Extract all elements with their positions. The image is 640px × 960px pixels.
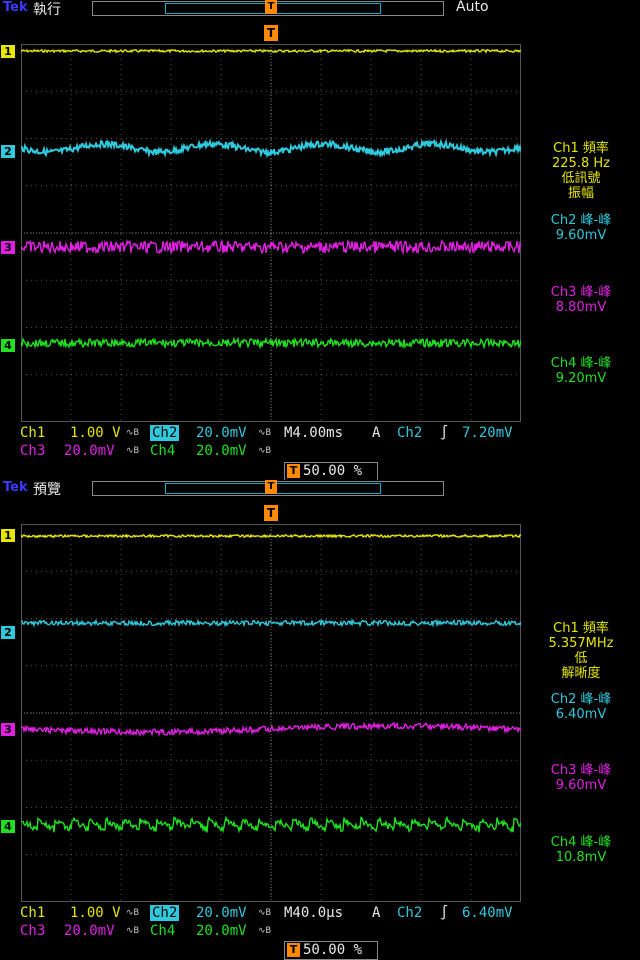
bandwidth-icon: ∿B [126, 908, 139, 918]
bandwidth-icon: ∿B [126, 428, 139, 438]
measurement-label: Ch3 峰-峰 [550, 285, 612, 300]
channel-4-marker: 4 [1, 339, 15, 352]
timebase: M40.0µs [284, 905, 344, 921]
trigger-icon: T [287, 943, 300, 957]
bandwidth-icon: ∿B [258, 446, 271, 456]
ch4-label[interactable]: Ch4 [150, 443, 175, 459]
ch4-label[interactable]: Ch4 [150, 923, 175, 939]
scope-panel-bottom: Tek 預覽 T T 1 2 3 4 Ch1 頻率 5.357MHz 低 解晰度… [0, 480, 640, 960]
trigger-coupling: A [372, 905, 381, 921]
ch2-label[interactable]: Ch2 [150, 425, 180, 441]
trigger-level: 7.20mV [462, 425, 513, 441]
channel-4-marker: 4 [1, 820, 15, 833]
ch2-scale: 20.0mV [196, 425, 247, 441]
status-row-2: Ch3 20.0mV ∿B Ch4 20.0mV ∿B [0, 443, 640, 461]
trigger-source: Ch2 [397, 425, 423, 441]
status-row-2: Ch3 20.0mV ∿B Ch4 20.0mV ∿B [0, 923, 640, 941]
graticule [21, 524, 521, 902]
measurement-ch2: Ch2 峰-峰 6.40mV [522, 692, 640, 722]
trigger-position-readout: T 50.00 % [284, 941, 378, 960]
trigger-mode: Auto [456, 0, 489, 15]
trigger-icon: T [287, 464, 300, 478]
bandwidth-icon: ∿B [258, 926, 271, 936]
graticule [21, 44, 521, 422]
timebase: M4.00ms [284, 425, 344, 441]
measurement-ch1: Ch1 頻率 5.357MHz 低 解晰度 [522, 621, 640, 681]
measurement-value: 9.60mV [555, 228, 607, 243]
channel-3-marker: 3 [1, 723, 15, 736]
measurement-value: 9.20mV [555, 371, 607, 386]
measurement-label: Ch4 峰-峰 [550, 356, 612, 371]
measurement-label: Ch4 峰-峰 [550, 835, 612, 850]
ch4-trace [21, 336, 521, 350]
ch4-scale: 20.0mV [196, 443, 247, 459]
measurement-label: Ch2 峰-峰 [550, 213, 612, 228]
acquisition-mode: 預覽 [33, 482, 61, 498]
trigger-position-value: 50.00 % [303, 942, 363, 958]
measurement-note: 解晰度 [561, 666, 601, 681]
measurement-note: 低 [574, 651, 588, 666]
measurement-label: Ch3 峰-峰 [550, 763, 612, 778]
scope-panel-top: Tek 執行 T Auto T 1 2 3 4 Ch1 頻率 225.8 Hz … [0, 0, 640, 481]
measurement-value: 10.8mV [555, 850, 607, 865]
channel-1-marker: 1 [1, 45, 15, 58]
trigger-level: 6.40mV [462, 905, 513, 921]
channel-2-marker: 2 [1, 145, 15, 158]
measurement-label: Ch2 峰-峰 [550, 692, 612, 707]
top-bar: Tek 預覽 T [0, 480, 640, 498]
measurement-ch4: Ch4 峰-峰 10.8mV [522, 835, 640, 865]
trigger-source: Ch2 [397, 905, 423, 921]
trigger-marker-icon: T [264, 25, 278, 41]
ch3-label[interactable]: Ch3 [20, 923, 45, 939]
top-bar: Tek 執行 T Auto [0, 0, 640, 18]
ch1-label[interactable]: Ch1 [20, 905, 45, 921]
status-row-1: Ch1 1.00 V ∿B Ch2 20.0mV ∿B M40.0µs A Ch… [0, 905, 640, 923]
measurement-ch1: Ch1 頻率 225.8 Hz 低訊號 振幅 [522, 141, 640, 201]
measurement-note: 振幅 [567, 186, 594, 201]
bandwidth-icon: ∿B [126, 446, 139, 456]
bandwidth-icon: ∿B [258, 908, 271, 918]
trigger-slope-icon: ∫ [440, 425, 449, 441]
ch1-label[interactable]: Ch1 [20, 425, 45, 441]
measurement-label: Ch1 頻率 [553, 621, 609, 636]
trigger-coupling: A [372, 425, 381, 441]
measurement-value: 5.357MHz [548, 636, 614, 651]
ch1-scale: 1.00 V [70, 425, 121, 441]
brand-logo: Tek [3, 480, 28, 495]
measurement-label: Ch1 頻率 [553, 141, 609, 156]
bandwidth-icon: ∿B [258, 428, 271, 438]
measurement-value: 9.60mV [555, 778, 607, 793]
measurement-ch3: Ch3 峰-峰 8.80mV [522, 285, 640, 315]
brand-logo: Tek [3, 0, 28, 15]
ch3-label[interactable]: Ch3 [20, 443, 45, 459]
ch1-scale: 1.00 V [70, 905, 121, 921]
channel-3-marker: 3 [1, 241, 15, 254]
measurement-ch2: Ch2 峰-峰 9.60mV [522, 213, 640, 243]
measurement-value: 8.80mV [555, 300, 607, 315]
trigger-position-value: 50.00 % [303, 463, 363, 479]
trigger-position-icon: T [265, 0, 277, 14]
measurement-ch3: Ch3 峰-峰 9.60mV [522, 763, 640, 793]
channel-2-marker: 2 [1, 626, 15, 639]
status-row-1: Ch1 1.00 V ∿B Ch2 20.0mV ∿B M4.00ms A Ch… [0, 425, 640, 443]
ch2-scale: 20.0mV [196, 905, 247, 921]
trigger-slope-icon: ∫ [440, 905, 449, 921]
trigger-position-readout: T 50.00 % [284, 462, 378, 481]
trigger-position-icon: T [265, 480, 277, 494]
ch3-scale: 20.0mV [64, 443, 115, 459]
trigger-marker-icon: T [264, 505, 278, 521]
ch2-label[interactable]: Ch2 [150, 905, 180, 921]
channel-1-marker: 1 [1, 529, 15, 542]
ch3-scale: 20.0mV [64, 923, 115, 939]
ch1-trace [21, 48, 521, 54]
ch1-trace [21, 533, 521, 539]
measurement-value: 6.40mV [555, 707, 607, 722]
measurement-value: 225.8 Hz [552, 156, 610, 171]
measurement-ch4: Ch4 峰-峰 9.20mV [522, 356, 640, 386]
acquisition-mode: 執行 [33, 2, 61, 18]
measurement-note: 低訊號 [561, 171, 601, 186]
bandwidth-icon: ∿B [126, 926, 139, 936]
ch4-scale: 20.0mV [196, 923, 247, 939]
